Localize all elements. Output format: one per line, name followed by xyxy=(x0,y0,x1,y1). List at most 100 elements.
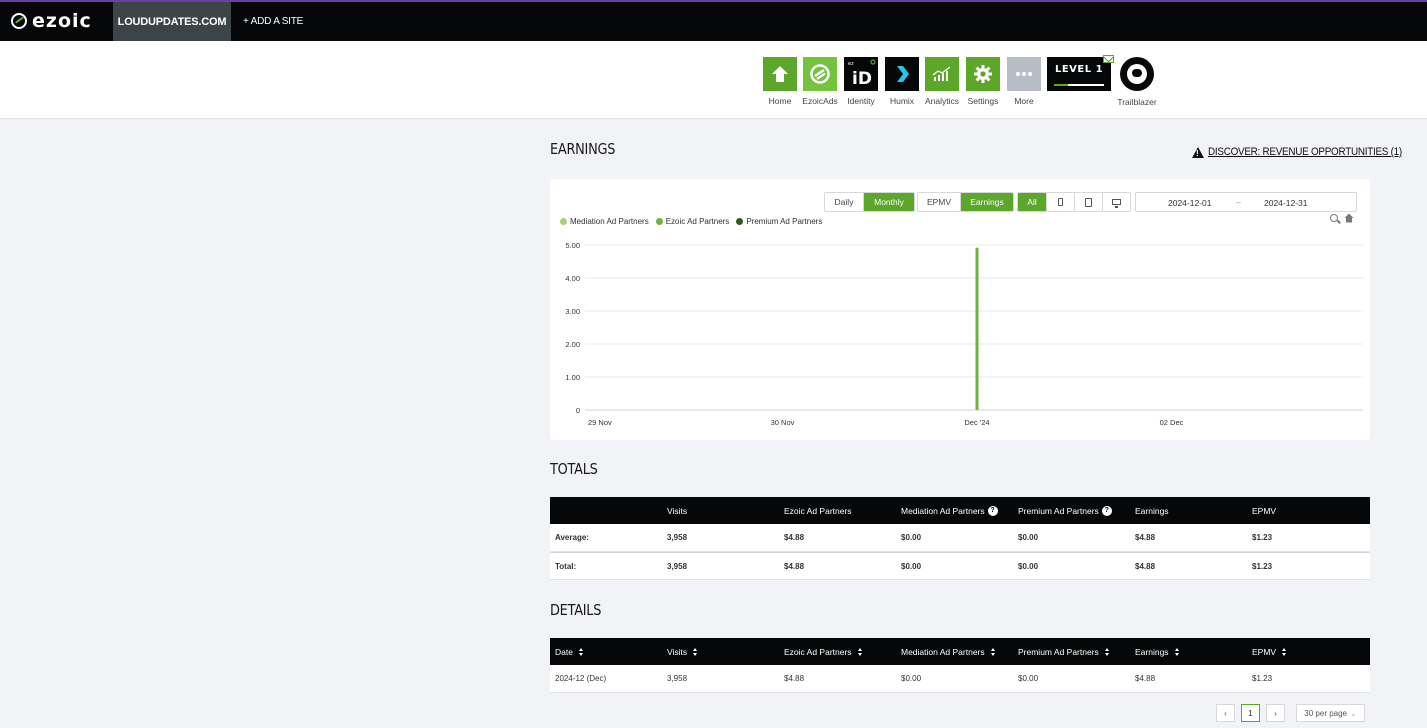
per-page-select[interactable]: 30 per page ⌄ xyxy=(1296,704,1365,722)
nav-home[interactable]: Home xyxy=(760,57,800,106)
earnings-title: EARNINGS xyxy=(550,140,616,158)
table-cell: 3,958 xyxy=(667,561,688,571)
identity-icon: ez iD xyxy=(844,57,878,91)
avatar-label: Trailblazer xyxy=(1117,97,1157,107)
sort-epmv[interactable]: EPMV xyxy=(1252,647,1369,657)
details-header-row: Date Visits Ezoic Ad Partners Mediation … xyxy=(550,638,1370,665)
gear-icon xyxy=(966,57,1000,91)
nav-analytics-label: Analytics xyxy=(924,96,959,106)
svg-text:ez: ez xyxy=(848,61,854,67)
table-cell: $1.23 xyxy=(1252,533,1273,542)
totals-header-mediation: Mediation Ad Partners? xyxy=(901,505,1018,516)
sort-earnings[interactable]: Earnings xyxy=(1135,647,1252,657)
table-cell: 2024-12 (Dec) xyxy=(555,674,607,683)
x-tick-label: Dec '24 xyxy=(964,418,989,427)
sort-icon xyxy=(1281,647,1287,657)
analytics-icon xyxy=(925,57,959,91)
sort-premium[interactable]: Premium Ad Partners xyxy=(1018,647,1135,657)
top-bar: ezoic LOUDUPDATES.COM + ADD A SITE xyxy=(0,0,1427,41)
warning-icon xyxy=(1192,146,1204,158)
nav-home-label: Home xyxy=(768,96,792,106)
table-cell: $0.00 xyxy=(901,674,922,683)
nav-settings-label: Settings xyxy=(967,96,999,106)
prev-page-button[interactable]: ‹ xyxy=(1216,704,1235,722)
table-cell: $0.00 xyxy=(1018,533,1039,542)
table-cell: $4.88 xyxy=(784,561,805,571)
level-badge[interactable]: LEVEL 1 xyxy=(1047,57,1111,91)
table-cell: $0.00 xyxy=(901,533,922,542)
header-label: Mediation Ad Partners xyxy=(901,646,985,657)
y-tick-label: 3.00 xyxy=(565,307,580,316)
nav-identity[interactable]: ez iD Identity xyxy=(841,57,881,106)
header-label: Earnings xyxy=(1135,505,1169,516)
y-tick-label: 5.00 xyxy=(565,241,580,250)
details-title: DETAILS xyxy=(550,601,602,619)
sort-icon xyxy=(692,647,698,657)
header-label: Earnings xyxy=(1135,646,1169,657)
totals-header-epmv: EPMV xyxy=(1252,506,1369,516)
header-label: Ezoic Ad Partners xyxy=(784,646,852,657)
x-tick-label: 30 Nov xyxy=(771,418,795,427)
nav-more[interactable]: More xyxy=(1004,57,1044,106)
table-row: 2024-12 (Dec) 3,958 $4.88 $0.00 $0.00 $4… xyxy=(550,665,1370,693)
discover-text: DISCOVER: REVENUE OPPORTUNITIES (1) xyxy=(1208,146,1402,158)
header-label: Date xyxy=(555,646,573,657)
chevron-down-icon: ⌄ xyxy=(1350,708,1357,718)
home-icon xyxy=(763,57,797,91)
x-tick-label: 02 Dec xyxy=(1160,418,1184,427)
next-page-button[interactable]: › xyxy=(1266,704,1285,722)
header-label: Mediation Ad Partners xyxy=(901,505,985,516)
sort-ezoic[interactable]: Ezoic Ad Partners xyxy=(784,647,901,657)
table-cell: $4.88 xyxy=(1135,533,1156,542)
nav-humix[interactable]: Humix xyxy=(882,57,922,106)
x-tick-label: 29 Nov xyxy=(588,418,612,427)
sort-icon xyxy=(1174,647,1180,657)
nav-settings[interactable]: Settings xyxy=(963,57,1003,106)
header-label: Visits xyxy=(667,505,688,516)
table-cell: $0.00 xyxy=(1018,674,1039,683)
sort-icon xyxy=(857,647,863,657)
totals-header-visits: Visits xyxy=(667,506,784,516)
table-row: Average: 3,958 $4.88 $0.00 $0.00 $4.88 $… xyxy=(550,524,1370,552)
totals-table: Visits Ezoic Ad Partners Mediation Ad Pa… xyxy=(550,497,1370,580)
add-site-link[interactable]: + ADD A SITE xyxy=(243,2,303,41)
header-label: Ezoic Ad Partners xyxy=(784,505,852,516)
y-tick-label: 1.00 xyxy=(565,373,580,382)
totals-header-ezoic: Ezoic Ad Partners xyxy=(784,506,901,516)
table-cell: $4.88 xyxy=(784,674,805,683)
sort-date[interactable]: Date xyxy=(550,647,667,657)
more-icon xyxy=(1007,57,1041,91)
table-cell: $4.88 xyxy=(1135,561,1156,571)
table-cell: $4.88 xyxy=(1135,674,1156,683)
bar-ezoic-ad-partners xyxy=(975,248,979,410)
nav-ezoicads[interactable]: EzoicAds xyxy=(800,57,840,106)
header-label: EPMV xyxy=(1252,505,1277,516)
nav-humix-label: Humix xyxy=(889,96,915,106)
sort-icon xyxy=(990,647,996,657)
page-1-button[interactable]: 1 xyxy=(1241,704,1260,722)
ezoic-logo[interactable]: ezoic xyxy=(11,10,92,32)
discover-link[interactable]: DISCOVER: REVENUE OPPORTUNITIES (1) xyxy=(1192,146,1423,158)
totals-header-row: Visits Ezoic Ad Partners Mediation Ad Pa… xyxy=(550,497,1370,524)
header-label: Premium Ad Partners xyxy=(1018,505,1099,516)
table-cell: 3,958 xyxy=(667,533,688,542)
header-label: Premium Ad Partners xyxy=(1018,646,1099,657)
sort-visits[interactable]: Visits xyxy=(667,647,784,657)
per-page-label: 30 per page xyxy=(1304,708,1347,718)
mail-icon[interactable] xyxy=(1103,55,1114,63)
help-icon[interactable]: ? xyxy=(1101,505,1112,516)
sort-mediation[interactable]: Mediation Ad Partners xyxy=(901,647,1018,657)
table-cell: 3,958 xyxy=(667,674,688,683)
help-icon[interactable]: ? xyxy=(987,505,998,516)
nav-more-label: More xyxy=(1014,96,1034,106)
ezoic-logo-icon xyxy=(11,13,27,29)
nav-analytics[interactable]: Analytics xyxy=(922,57,962,106)
y-tick-label: 0 xyxy=(576,406,580,415)
astronaut-icon xyxy=(1127,64,1147,84)
nav-ezoicads-label: EzoicAds xyxy=(802,96,838,106)
site-tab[interactable]: LOUDUPDATES.COM xyxy=(113,2,231,41)
app-navbar: Home EzoicAds ez iD Identity Humix Analyt… xyxy=(0,41,1427,119)
earnings-chart-card: Daily Monthly EPMV Earnings All 2024-12-… xyxy=(550,179,1370,440)
logo-text: ezoic xyxy=(32,10,92,32)
avatar[interactable] xyxy=(1120,57,1154,91)
